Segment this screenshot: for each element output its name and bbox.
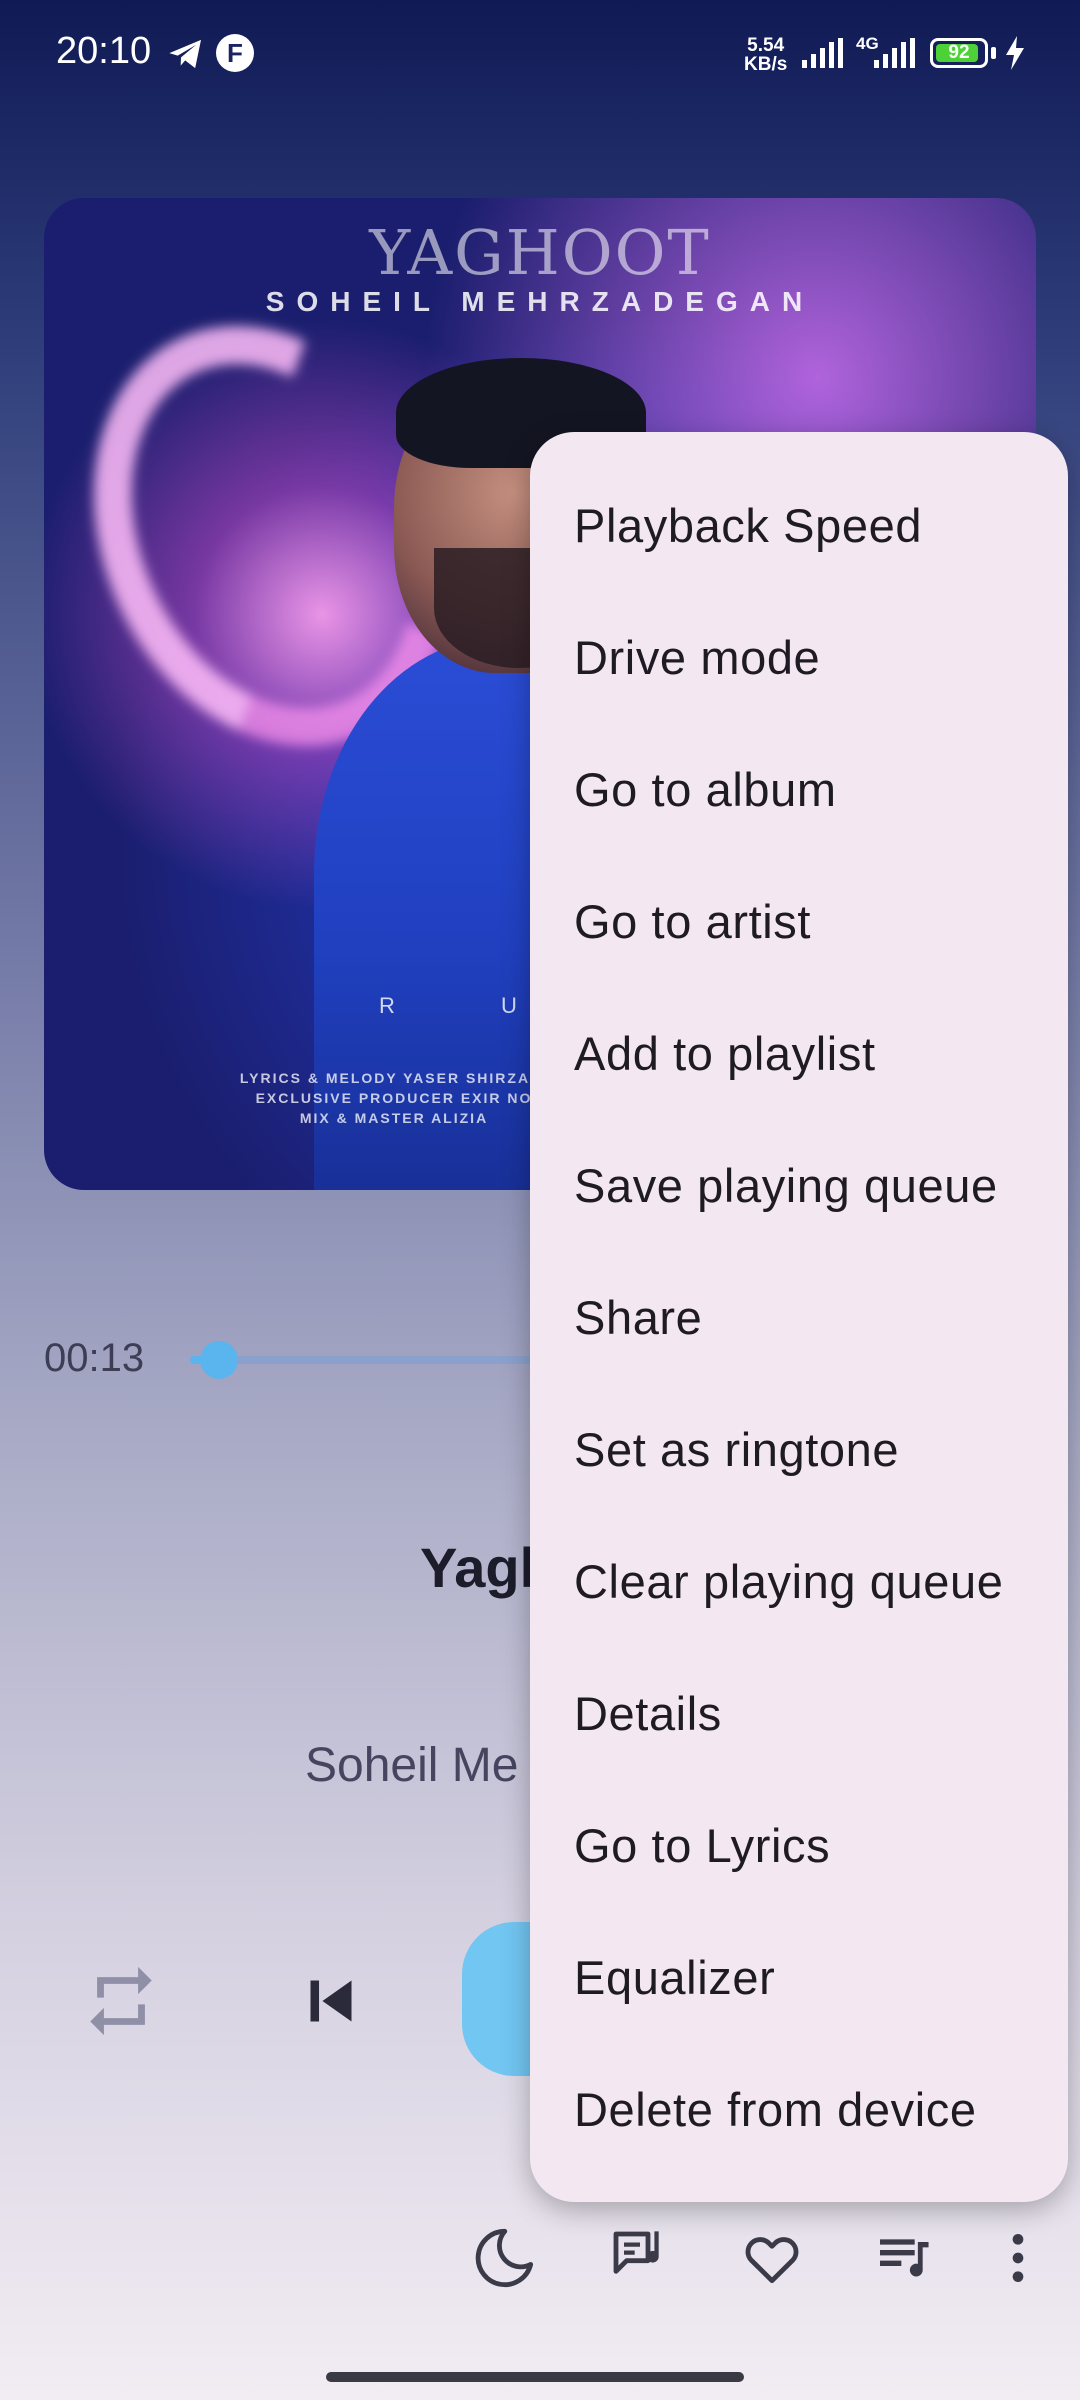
- menu-item-add-to-playlist[interactable]: Add to playlist: [530, 988, 1068, 1120]
- app-notification-icon: F: [216, 34, 254, 72]
- menu-item-drive-mode[interactable]: Drive mode: [530, 592, 1068, 724]
- menu-item-set-as-ringtone[interactable]: Set as ringtone: [530, 1384, 1068, 1516]
- menu-item-share[interactable]: Share: [530, 1252, 1068, 1384]
- seek-thumb[interactable]: [199, 1341, 238, 1379]
- battery-icon: 92: [930, 38, 988, 68]
- heart-icon[interactable]: [740, 2226, 804, 2290]
- repeat-icon[interactable]: [80, 1960, 162, 2042]
- battery-level: 92: [948, 42, 970, 63]
- network-speed-value: 5.54: [747, 35, 785, 56]
- more-vert-icon[interactable]: [986, 2226, 1050, 2290]
- artist-name[interactable]: Soheil Me: [305, 1738, 518, 1793]
- status-bar: 20:10 F 5.54 KB/s 4G 92: [0, 0, 1080, 110]
- charging-icon: [1006, 36, 1024, 70]
- signal-2-icon: [874, 38, 915, 68]
- menu-item-save-playing-queue[interactable]: Save playing queue: [530, 1120, 1068, 1252]
- lyrics-icon[interactable]: [608, 2226, 672, 2290]
- queue-music-icon[interactable]: [872, 2226, 936, 2290]
- menu-item-go-to-album[interactable]: Go to album: [530, 724, 1068, 856]
- art-artist: SOHEIL MEHRZADEGAN: [265, 286, 815, 317]
- telegram-icon: [169, 39, 201, 69]
- network-speed: 5.54 KB/s: [744, 36, 787, 74]
- battery-cap: [991, 47, 996, 59]
- status-time: 20:10: [56, 30, 152, 72]
- signal-1-icon: [802, 38, 843, 68]
- network-speed-unit: KB/s: [744, 54, 788, 75]
- menu-item-clear-playing-queue[interactable]: Clear playing queue: [530, 1516, 1068, 1648]
- elapsed-time: 00:13: [44, 1336, 145, 1380]
- menu-item-details[interactable]: Details: [530, 1648, 1068, 1780]
- menu-item-playback-speed[interactable]: Playback Speed: [530, 460, 1068, 592]
- home-indicator[interactable]: [326, 2372, 744, 2382]
- moon-icon[interactable]: [472, 2226, 536, 2290]
- art-title: YAGHOOT: [369, 216, 711, 289]
- skip-previous-icon[interactable]: [290, 1960, 372, 2042]
- overflow-menu: Playback Speed Drive mode Go to album Go…: [530, 432, 1068, 2202]
- menu-item-go-to-artist[interactable]: Go to artist: [530, 856, 1068, 988]
- menu-item-go-to-lyrics[interactable]: Go to Lyrics: [530, 1780, 1068, 1912]
- menu-item-delete-from-device[interactable]: Delete from device: [530, 2044, 1068, 2176]
- menu-item-equalizer[interactable]: Equalizer: [530, 1912, 1068, 2044]
